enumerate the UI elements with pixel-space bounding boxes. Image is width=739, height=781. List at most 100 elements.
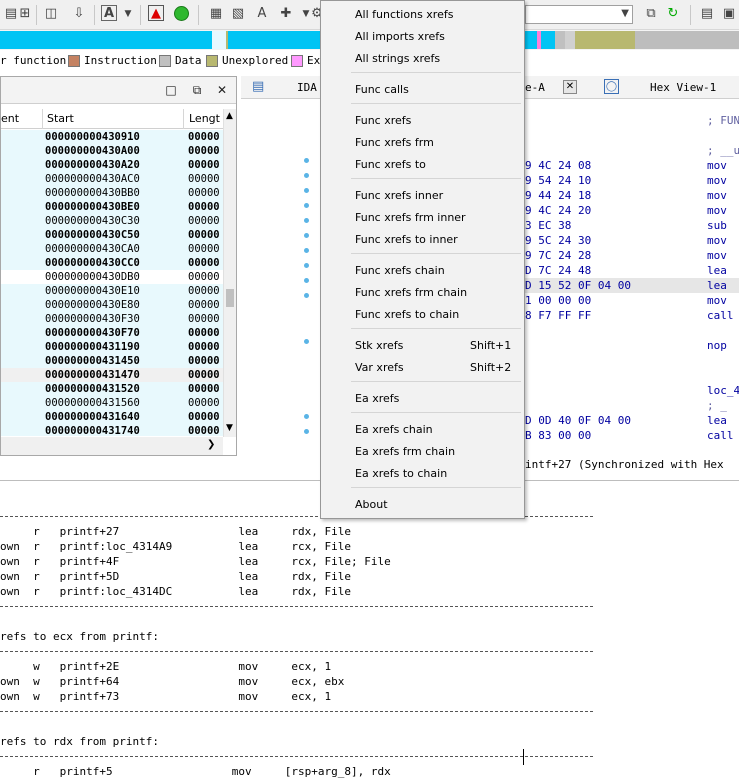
hex-line[interactable]: ; _ (525, 398, 739, 413)
xref-line[interactable]: own w printf+64 mov ecx, ebx (0, 674, 344, 689)
tab-hex-view[interactable]: Hex View-1 (650, 81, 716, 94)
hex-line[interactable]: 9 4C 24 20 mov (525, 203, 739, 218)
refresh-icon[interactable]: ↻ (664, 5, 682, 23)
menu-item-all-imports-xrefs[interactable]: All imports xrefs (322, 26, 523, 48)
table-row[interactable]: 000000000430F30 00000 (1, 312, 223, 326)
menu-item-all-functions-xrefs[interactable]: All functions xrefs (322, 4, 523, 26)
vertical-scrollbar[interactable]: ▲ ▼ (223, 109, 236, 437)
table-row[interactable]: 000000000430E80 00000 (1, 298, 223, 312)
scroll-up-icon[interactable]: ▲ (226, 111, 233, 121)
table-row[interactable]: 000000000430BE0 00000 (1, 200, 223, 214)
menu-item-func-xrefs-chain[interactable]: Func xrefs chain (322, 260, 523, 282)
horizontal-scrollbar[interactable]: ❯ (1, 437, 223, 455)
struct-icon[interactable]: ▦ (207, 5, 225, 23)
hex-line[interactable]: D 0D 40 0F 04 00 lea (525, 413, 739, 428)
xref-line[interactable]: own w printf+73 mov ecx, 1 (0, 689, 331, 704)
run-icon[interactable] (172, 5, 190, 23)
hex-line[interactable] (525, 353, 739, 368)
add-icon[interactable]: ✚ (277, 5, 295, 23)
list-icon[interactable]: ▤ (698, 5, 716, 23)
hex-line[interactable]: 9 5C 24 30 mov (525, 233, 739, 248)
table-row[interactable]: 000000000430A20 00000 (1, 158, 223, 172)
column-divider[interactable] (42, 109, 43, 129)
table-row[interactable]: 000000000430910 00000 (1, 130, 223, 144)
table-row[interactable]: 000000000430F70 00000 (1, 326, 223, 340)
menu-item-func-calls[interactable]: Func calls (322, 79, 523, 101)
scrollbar-thumb[interactable] (226, 289, 234, 307)
table-row[interactable]: 000000000431450 00000 (1, 354, 223, 368)
table-row[interactable]: 000000000430DB0 00000 (1, 270, 223, 284)
xref-line[interactable]: own r printf+5D lea rdx, File (0, 569, 351, 584)
close-icon[interactable]: ✕ (215, 83, 229, 97)
menu-item-ea-xrefs-chain[interactable]: Ea xrefs chain (322, 419, 523, 441)
menu-item-all-strings-xrefs[interactable]: All strings xrefs (322, 48, 523, 70)
dropdown-icon[interactable]: ▼ (119, 5, 137, 23)
column-header-name[interactable]: ent (1, 112, 19, 125)
table-row[interactable]: 000000000430AC0 00000 (1, 172, 223, 186)
table-row[interactable]: 000000000431190 00000 (1, 340, 223, 354)
menu-item-about[interactable]: About (322, 494, 523, 516)
column-header-start[interactable]: Start (47, 112, 74, 125)
xref-line[interactable]: r printf+27 lea rdx, File (0, 524, 351, 539)
hex-line[interactable]: 9 7C 24 28 mov (525, 248, 739, 263)
hex-line[interactable]: 9 4C 24 08 mov (525, 158, 739, 173)
menu-item-func-xrefs-to-inner[interactable]: Func xrefs to inner (322, 229, 523, 251)
xref-line[interactable]: own r printf:loc_4314A9 lea rcx, File (0, 539, 351, 554)
menu-item-func-xrefs-frm-chain[interactable]: Func xrefs frm chain (322, 282, 523, 304)
column-header-length[interactable]: Lengt (189, 112, 220, 125)
close-tab-icon[interactable]: ✕ (563, 80, 577, 94)
xref-line[interactable]: own r printf+4F lea rcx, File; File (0, 554, 391, 569)
hex-line[interactable]: ; FUN (525, 113, 739, 128)
xref-line[interactable]: own r printf:loc_4314DC lea rdx, File (0, 584, 351, 599)
window-icon[interactable]: ▣ (720, 5, 738, 23)
hex-line[interactable]: 3 EC 38 sub (525, 218, 739, 233)
table-row[interactable]: 000000000431520 00000 (1, 382, 223, 396)
hex-line[interactable]: D 15 52 0F 04 00 lea (525, 278, 739, 293)
tab-pseudocode[interactable]: e-A (525, 81, 545, 94)
menu-item-stk-xrefs[interactable]: Stk xrefs Shift+1 (322, 335, 523, 357)
table-row[interactable]: 000000000430CC0 00000 (1, 256, 223, 270)
hex-line[interactable]: B 83 00 00 call (525, 428, 739, 443)
hex-line[interactable] (525, 128, 739, 143)
xref-line[interactable]: r printf+5 mov [rsp+arg_8], rdx (0, 764, 391, 779)
hex-line[interactable] (525, 368, 739, 383)
table-row[interactable]: 000000000431740 00000 (1, 424, 223, 436)
table-row[interactable]: 000000000430C50 00000 (1, 228, 223, 242)
segment-select[interactable]: ▼ (525, 5, 633, 24)
menu-item-func-xrefs-frm[interactable]: Func xrefs frm (322, 132, 523, 154)
table-row[interactable]: 000000000430E10 00000 (1, 284, 223, 298)
enum-icon[interactable]: ▧ (229, 5, 247, 23)
table-row[interactable]: 000000000430C30 00000 (1, 214, 223, 228)
hex-line[interactable]: 8 F7 FF FF call (525, 308, 739, 323)
table-row[interactable]: 000000000430CA0 00000 (1, 242, 223, 256)
table-row[interactable]: 000000000431470 00000 (1, 368, 223, 382)
hex-line[interactable]: 9 44 24 18 mov (525, 188, 739, 203)
hex-line[interactable]: nop (525, 338, 739, 353)
table-row[interactable]: 000000000431560 00000 (1, 396, 223, 410)
menu-item-var-xrefs[interactable]: Var xrefs Shift+2 (322, 357, 523, 379)
scroll-down-icon[interactable]: ▼ (226, 423, 233, 433)
hex-line[interactable]: 1 00 00 00 mov (525, 293, 739, 308)
hex-view-area[interactable]: ; FUN; __u 9 4C 24 08 mov 9 54 24 10 mov 9 44… (525, 99, 739, 474)
jump-icon[interactable]: ⊞ (16, 5, 34, 23)
xrefs-output[interactable]: r printf+27 lea rdx, File own r printf:l… (0, 480, 739, 781)
menu-item-ea-xrefs-frm-chain[interactable]: Ea xrefs frm chain (322, 441, 523, 463)
menu-item-func-xrefs-frm-inner[interactable]: Func xrefs frm inner (322, 207, 523, 229)
menu-item-func-xrefs-to[interactable]: Func xrefs to (322, 154, 523, 176)
save-icon[interactable]: ◫ (42, 5, 60, 23)
scroll-right-icon[interactable]: ❯ (207, 439, 215, 450)
breakpoint-icon[interactable]: ▲ (148, 5, 164, 21)
menu-item-ea-xrefs-to-chain[interactable]: Ea xrefs to chain (322, 463, 523, 485)
restore-icon[interactable]: □ (164, 83, 178, 97)
table-row[interactable]: 000000000430A00 00000 (1, 144, 223, 158)
table-row[interactable]: 000000000430BB0 00000 (1, 186, 223, 200)
down-arrow-icon[interactable]: ⇩ (70, 5, 88, 23)
hex-line[interactable]: 9 54 24 10 mov (525, 173, 739, 188)
tab-ida-view[interactable]: IDA (297, 81, 317, 94)
column-divider[interactable] (183, 109, 184, 129)
menu-item-func-xrefs-to-chain[interactable]: Func xrefs to chain (322, 304, 523, 326)
graph-icon[interactable]: ⧉ (642, 5, 660, 23)
hex-line[interactable]: loc_4 (525, 383, 739, 398)
xref-line[interactable]: w printf+2E mov ecx, 1 (0, 659, 331, 674)
menu-item-func-xrefs[interactable]: Func xrefs (322, 110, 523, 132)
